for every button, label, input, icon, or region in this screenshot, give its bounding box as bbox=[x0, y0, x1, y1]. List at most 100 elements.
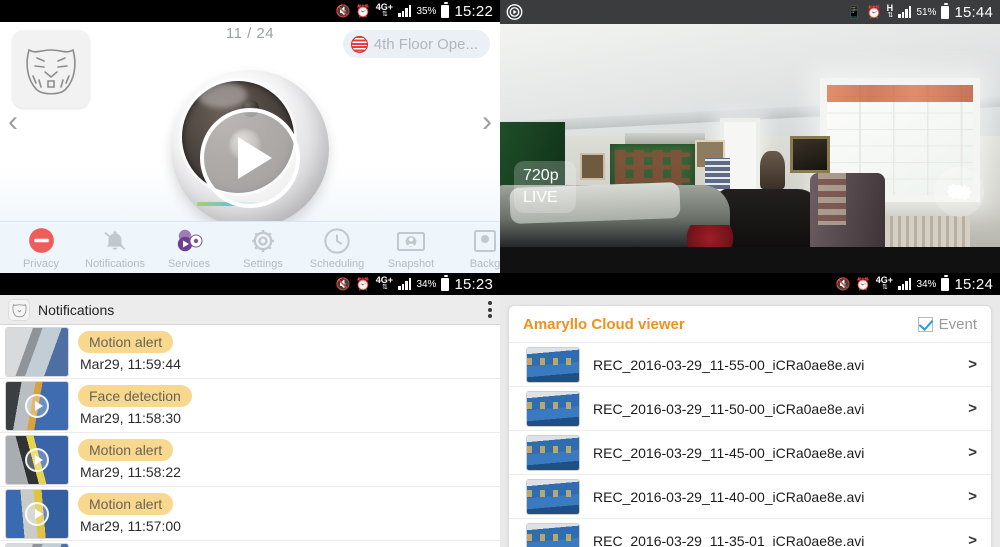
toolbar-label: Notifications bbox=[85, 257, 145, 270]
prev-device-button[interactable]: ‹ bbox=[8, 105, 18, 139]
battery-icon bbox=[941, 275, 950, 291]
status-bar-cloud: 🔇 ⏰ 4G+ ⇅ 34% 15:24 bbox=[500, 273, 1000, 295]
toolbar-label: Scheduling bbox=[309, 257, 365, 270]
event-filter[interactable]: Event bbox=[917, 315, 977, 333]
no-entry-icon bbox=[28, 226, 55, 256]
notification-time: Mar29, 11:59:44 bbox=[80, 356, 181, 372]
camera-icon bbox=[396, 226, 426, 256]
play-icon[interactable] bbox=[25, 393, 49, 418]
status-badge: Motion alert bbox=[78, 493, 174, 515]
gear-icon[interactable] bbox=[934, 167, 984, 217]
status-badge: Face detection bbox=[78, 385, 192, 407]
mute-icon: 🔇 bbox=[335, 277, 351, 291]
status-badge: Motion alert bbox=[78, 331, 174, 353]
list-item[interactable]: Motion alert Mar29, 11:57:00 bbox=[0, 487, 500, 541]
recording-filename: REC_2016-03-29_11-35-01_iCRa0ae8e.avi bbox=[593, 532, 865, 547]
device-name-pill[interactable]: 4th Floor Ope... bbox=[342, 30, 490, 58]
status-bar-live: 📱 ⏰ H ⇅ 51% 15:44 bbox=[500, 0, 1000, 24]
recording-filename: REC_2016-03-29_11-55-00_iCRa0ae8e.avi bbox=[593, 356, 865, 373]
toolbar-item-background[interactable]: Backg bbox=[448, 226, 500, 270]
alarm-icon: ⏰ bbox=[355, 4, 371, 18]
toolbar-label: Settings bbox=[243, 257, 283, 270]
device-name-label: 4th Floor Ope... bbox=[373, 35, 478, 53]
chevron-right-icon[interactable]: > bbox=[968, 400, 977, 417]
wall-art-1 bbox=[580, 153, 605, 181]
stream-quality-badge: 720p LIVE bbox=[514, 161, 576, 213]
table-row[interactable]: REC_2016-03-29_11-35-01_iCRa0ae8e.avi > bbox=[509, 518, 991, 547]
table-row[interactable]: REC_2016-03-29_11-45-00_iCRa0ae8e.avi > bbox=[509, 430, 991, 474]
battery-percent: 34% bbox=[416, 278, 437, 290]
notification-thumbnail[interactable] bbox=[6, 327, 68, 376]
notification-time: Mar29, 11:57:00 bbox=[80, 518, 181, 534]
recording-filename: REC_2016-03-29_11-50-00_iCRa0ae8e.avi bbox=[593, 400, 865, 417]
notification-thumbnail[interactable] bbox=[6, 381, 68, 430]
chevron-right-icon[interactable]: > bbox=[968, 356, 977, 373]
table-row[interactable]: REC_2016-03-29_11-40-00_iCRa0ae8e.avi > bbox=[509, 474, 991, 518]
cloud-viewer-header: Amaryllo Cloud viewer Event bbox=[509, 306, 991, 342]
chevron-right-icon[interactable]: > bbox=[968, 488, 977, 505]
play-icon[interactable] bbox=[25, 447, 49, 472]
signal-icon bbox=[898, 278, 912, 290]
notifications-panel: 🔇 ⏰ 4G+ ⇅ 34% 15:23 Notifications Motion… bbox=[0, 273, 500, 547]
play-icon[interactable] bbox=[25, 501, 49, 526]
battery-percent: 35% bbox=[416, 5, 437, 17]
table-row[interactable]: REC_2016-03-29_11-50-00_iCRa0ae8e.avi > bbox=[509, 386, 991, 430]
stream-quality-label: 720p bbox=[523, 167, 559, 185]
clock-time: 15:22 bbox=[454, 2, 493, 20]
recording-filename: REC_2016-03-29_11-40-00_iCRa0ae8e.avi bbox=[593, 488, 865, 505]
gear-icon bbox=[249, 226, 277, 256]
live-video-panel: 📱 ⏰ H ⇅ 51% 15:44 720p LIVE bbox=[500, 0, 1000, 273]
table-row[interactable]: REC_2016-03-29_11-55-00_iCRa0ae8e.avi > bbox=[509, 342, 991, 386]
list-item[interactable]: Motion alert Mar29, 11:56:10 bbox=[0, 541, 500, 547]
toolbar-item-notifications[interactable]: Notifications bbox=[78, 226, 152, 270]
armchair bbox=[810, 173, 885, 247]
notification-thumbnail[interactable] bbox=[6, 543, 68, 547]
toolbar-item-services[interactable]: Services bbox=[152, 226, 226, 270]
list-item[interactable]: Motion alert Mar29, 11:59:44 bbox=[0, 325, 500, 379]
mute-icon: 🔇 bbox=[835, 277, 851, 291]
alarm-icon: ⏰ bbox=[866, 5, 882, 19]
recording-thumbnail bbox=[527, 435, 579, 470]
toolbar-item-snapshot[interactable]: Snapshot bbox=[374, 226, 448, 270]
network-4g-icon: 4G+ ⇅ bbox=[875, 275, 894, 292]
notification-thumbnail[interactable] bbox=[6, 435, 68, 484]
notifications-list[interactable]: Motion alert Mar29, 11:59:44 Face detect… bbox=[0, 325, 500, 547]
next-device-button[interactable]: › bbox=[482, 105, 492, 139]
camera-highlight bbox=[197, 82, 247, 108]
list-item[interactable]: Face detection Mar29, 11:58:30 bbox=[0, 379, 500, 433]
notification-thumbnail[interactable] bbox=[6, 489, 68, 538]
toolbar-label: Snapshot bbox=[387, 257, 435, 270]
event-checkbox[interactable] bbox=[917, 316, 933, 332]
signal-icon bbox=[398, 278, 412, 290]
toolbar-item-settings[interactable]: Settings bbox=[226, 226, 300, 270]
camera-device-image[interactable] bbox=[171, 70, 329, 228]
bell-icon bbox=[102, 226, 128, 256]
toolbar-item-privacy[interactable]: Privacy bbox=[4, 226, 78, 270]
chevron-right-icon[interactable]: > bbox=[968, 532, 977, 547]
mute-icon: 🔇 bbox=[335, 4, 351, 18]
toolbar-label: Services bbox=[167, 257, 211, 270]
toolbar-item-scheduling[interactable]: Scheduling bbox=[300, 226, 374, 270]
battery-icon bbox=[441, 275, 450, 291]
amaryllo-tiger-logo bbox=[8, 298, 30, 321]
live-video-feed[interactable]: 720p LIVE bbox=[500, 24, 1000, 247]
signal-icon bbox=[398, 5, 412, 17]
overflow-menu-icon[interactable] bbox=[488, 301, 492, 318]
clock-time: 15:44 bbox=[954, 3, 993, 21]
play-icon[interactable] bbox=[200, 108, 300, 209]
device-toolbar: Privacy Notifications Services Settings … bbox=[0, 221, 500, 273]
notification-time: Mar29, 11:58:30 bbox=[80, 410, 181, 426]
toolbar-label: Backg bbox=[469, 257, 500, 270]
device-panel: 🔇 ⏰ 4G+ ⇅ 35% 15:22 11 / 24 4th Floor Op… bbox=[0, 0, 500, 273]
flowers bbox=[680, 224, 740, 247]
battery-percent: 51% bbox=[916, 6, 937, 18]
battery-icon bbox=[941, 3, 950, 19]
chevron-right-icon[interactable]: > bbox=[968, 444, 977, 461]
recording-thumbnail bbox=[527, 391, 579, 426]
background-icon bbox=[472, 226, 498, 256]
event-label: Event bbox=[938, 315, 977, 333]
clock-time: 15:23 bbox=[454, 275, 493, 293]
screenshot-grid: 🔇 ⏰ 4G+ ⇅ 35% 15:22 11 / 24 4th Floor Op… bbox=[0, 0, 1000, 547]
list-item[interactable]: Motion alert Mar29, 11:58:22 bbox=[0, 433, 500, 487]
recording-thumbnail bbox=[527, 347, 579, 382]
